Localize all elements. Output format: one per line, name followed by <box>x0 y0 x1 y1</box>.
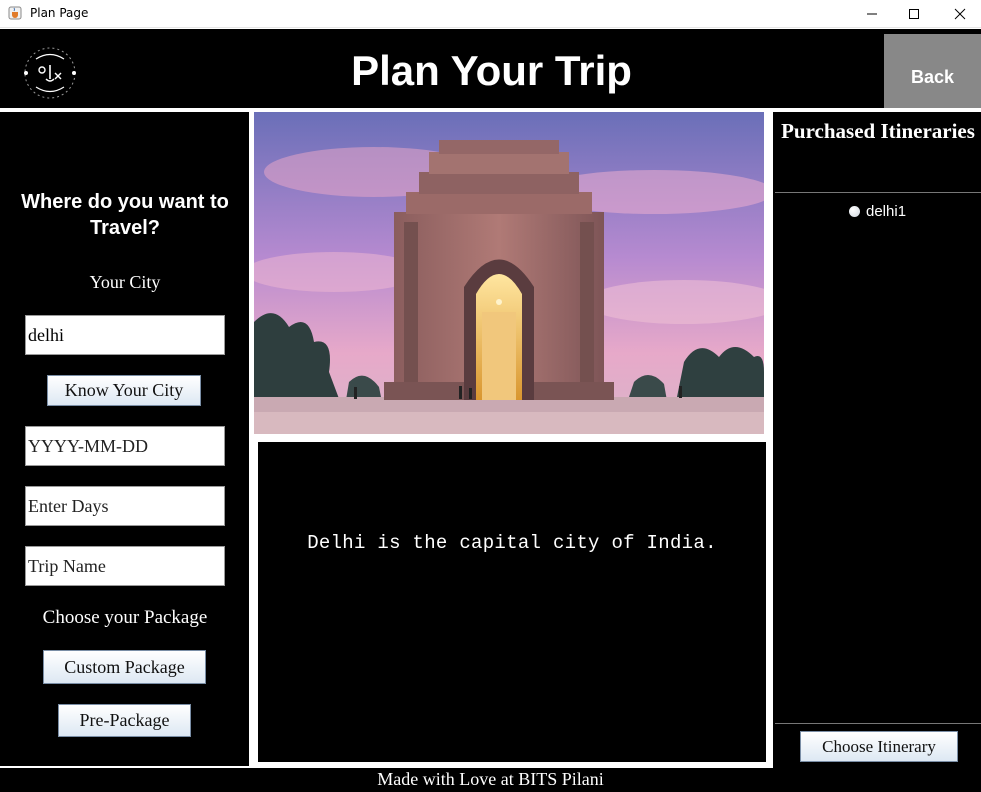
trip-name-input[interactable] <box>25 546 225 586</box>
java-cup-icon <box>8 6 22 20</box>
start-date-input[interactable] <box>25 426 225 466</box>
page-title: Plan Your Trip <box>351 47 632 94</box>
package-label: Choose your Package <box>42 607 208 628</box>
back-button[interactable]: Back <box>884 34 981 108</box>
custom-package-button[interactable]: Custom Package <box>43 650 206 684</box>
window-titlebar <box>0 0 981 28</box>
city-image <box>254 112 764 434</box>
close-icon[interactable] <box>937 0 981 28</box>
destination-question: Where do you want to Travel? <box>21 191 229 239</box>
minimize-icon[interactable] <box>849 0 895 28</box>
itinerary-list-item[interactable]: delhi1 <box>849 203 906 220</box>
purchased-itineraries-title: Purchased Itineraries <box>781 119 975 143</box>
choose-itinerary-button[interactable]: Choose Itinerary <box>800 731 958 762</box>
window-title: Plan Page <box>30 6 89 20</box>
city-info-panel <box>258 442 766 762</box>
pre-package-button[interactable]: Pre-Package <box>58 704 191 737</box>
maximize-icon[interactable] <box>891 0 937 28</box>
city-input[interactable] <box>25 315 225 355</box>
radio-bullet-icon <box>849 206 860 217</box>
days-input[interactable] <box>25 486 225 526</box>
itinerary-item-label: delhi1 <box>866 203 907 220</box>
know-your-city-button[interactable]: Know Your City <box>47 375 201 406</box>
city-label: Your City <box>89 272 161 292</box>
journey-genius-logo <box>22 45 78 101</box>
footer-text: Made with Love at BITS Pilani <box>377 769 604 789</box>
city-info-text: Delhi is the capital city of India. <box>307 532 717 554</box>
itinerary-list[interactable]: delhi1 <box>775 192 981 724</box>
